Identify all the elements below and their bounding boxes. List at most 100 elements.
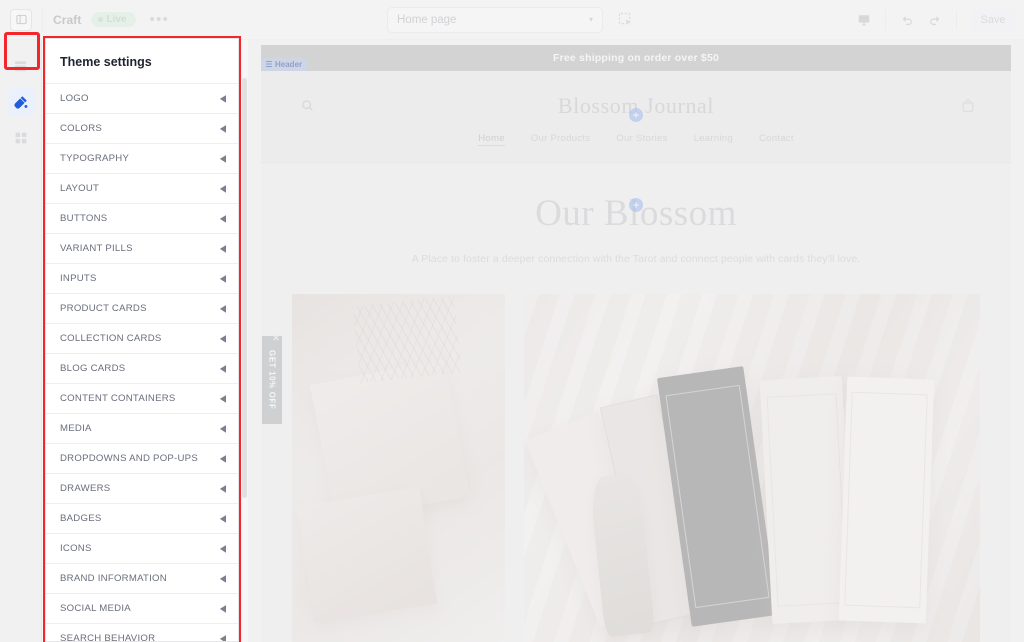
- list-item[interactable]: INPUTS ◀: [46, 263, 238, 293]
- drag-handle-icon[interactable]: [266, 61, 272, 68]
- nav-link-learning[interactable]: Learning: [694, 133, 733, 146]
- dried-flowers-decoration: [352, 295, 462, 383]
- chevron-left-icon: ◀: [219, 572, 226, 585]
- list-item[interactable]: MEDIA ◀: [46, 413, 238, 443]
- toolbar-divider: [885, 10, 886, 30]
- product-image-right[interactable]: [524, 294, 980, 642]
- list-item[interactable]: SEARCH BEHAVIOR ◀: [46, 623, 238, 642]
- preview-canvas: Free shipping on order over $50 Blossom …: [248, 40, 1024, 642]
- list-item[interactable]: BRAND INFORMATION ◀: [46, 563, 238, 593]
- image-left-art: [292, 294, 505, 642]
- chevron-left-icon: ◀: [219, 332, 226, 345]
- list-item-label: LOGO: [60, 93, 89, 104]
- section-label-text: Header: [275, 60, 303, 69]
- list-item[interactable]: CONTENT CONTAINERS ◀: [46, 383, 238, 413]
- save-button[interactable]: Save: [970, 7, 1016, 33]
- page-title: Theme settings: [60, 55, 152, 69]
- chevron-left-icon: ◀: [219, 452, 226, 465]
- chevron-left-icon: ◀: [219, 482, 226, 495]
- list-item[interactable]: DRAWERS ◀: [46, 473, 238, 503]
- add-section-button[interactable]: +: [629, 108, 643, 122]
- list-item[interactable]: PRODUCT CARDS ◀: [46, 293, 238, 323]
- theme-settings-panel: Theme settings LOGO ◀ COLORS ◀ TYPOGRAPH…: [45, 38, 239, 642]
- desktop-icon[interactable]: [850, 7, 878, 33]
- list-item-label: COLORS: [60, 123, 103, 134]
- list-item[interactable]: ICONS ◀: [46, 533, 238, 563]
- list-item-label: VARIANT PILLS: [60, 243, 133, 254]
- status-badge: Live: [90, 12, 136, 27]
- list-item[interactable]: BUTTONS ◀: [46, 203, 238, 233]
- list-item[interactable]: SOCIAL MEDIA ◀: [46, 593, 238, 623]
- list-item[interactable]: COLLECTION CARDS ◀: [46, 323, 238, 353]
- chevron-left-icon: ◀: [219, 242, 226, 255]
- panel-collapse-icon[interactable]: [10, 8, 32, 31]
- list-item-label: MEDIA: [60, 423, 92, 434]
- list-item[interactable]: TYPOGRAPHY ◀: [46, 143, 238, 173]
- list-item[interactable]: BADGES ◀: [46, 503, 238, 533]
- chevron-left-icon: ◀: [219, 182, 226, 195]
- list-item[interactable]: LAYOUT ◀: [46, 173, 238, 203]
- list-item-label: SEARCH BEHAVIOR: [60, 633, 156, 642]
- list-item-label: BADGES: [60, 513, 102, 524]
- toolbar-divider: [42, 7, 43, 32]
- chevron-left-icon: ◀: [219, 302, 226, 315]
- nav-link-our-stories[interactable]: Our Stories: [616, 133, 667, 146]
- list-item-label: COLLECTION CARDS: [60, 333, 162, 344]
- panel-scrollbar[interactable]: [242, 78, 247, 498]
- list-item-label: BUTTONS: [60, 213, 108, 224]
- nav-link-our-products[interactable]: Our Products: [531, 133, 591, 146]
- close-icon[interactable]: ✕: [272, 334, 282, 345]
- list-item[interactable]: VARIANT PILLS ◀: [46, 233, 238, 263]
- undo-icon[interactable]: [893, 7, 921, 33]
- storefront-preview: Free shipping on order over $50 Blossom …: [261, 45, 1011, 642]
- section-label-header[interactable]: Header: [261, 58, 308, 71]
- hero-subtitle: A Place to foster a deeper connection wi…: [411, 253, 861, 265]
- chevron-left-icon: ◀: [219, 212, 226, 225]
- theme-editor-app: Craft Live ••• Home page ▾ Save Theme se…: [0, 0, 1024, 642]
- tarot-card: [838, 376, 935, 623]
- chevron-left-icon: ◀: [219, 362, 226, 375]
- toolbar-right-group: Save: [850, 0, 1016, 40]
- inspector-icon[interactable]: [613, 8, 637, 32]
- chevron-left-icon: ◀: [219, 512, 226, 525]
- announcement-bar[interactable]: Free shipping on order over $50: [261, 45, 1011, 71]
- nav-link-home[interactable]: Home: [478, 133, 505, 146]
- list-item[interactable]: LOGO ◀: [46, 83, 238, 113]
- chevron-left-icon: ◀: [219, 122, 226, 135]
- list-item-label: BRAND INFORMATION: [60, 573, 167, 584]
- top-toolbar: Craft Live ••• Home page ▾ Save: [0, 0, 1024, 40]
- list-item-label: BLOG CARDS: [60, 363, 126, 374]
- redo-icon[interactable]: [921, 7, 949, 33]
- sidebar-item-apps[interactable]: [7, 124, 35, 152]
- list-item[interactable]: BLOG CARDS ◀: [46, 353, 238, 383]
- announcement-text: Free shipping on order over $50: [552, 52, 720, 64]
- sidebar-item-sections[interactable]: [7, 52, 35, 80]
- chevron-down-icon: ▾: [588, 15, 593, 24]
- shopping-bag-icon[interactable]: [961, 99, 975, 113]
- add-section-button[interactable]: +: [629, 198, 643, 212]
- theme-settings-list: LOGO ◀ COLORS ◀ TYPOGRAPHY ◀ LAYOUT ◀ BU…: [46, 83, 238, 642]
- list-item[interactable]: COLORS ◀: [46, 113, 238, 143]
- list-item-label: DRAWERS: [60, 483, 111, 494]
- product-image-left[interactable]: [292, 294, 505, 642]
- status-dot-icon: [97, 17, 103, 22]
- apps-icon: [14, 131, 28, 145]
- promo-tab[interactable]: GET 10% OFF ✕: [262, 334, 282, 424]
- list-item-label: INPUTS: [60, 273, 97, 284]
- list-item-label: PRODUCT CARDS: [60, 303, 147, 314]
- more-menu-button[interactable]: •••: [150, 12, 170, 27]
- chevron-left-icon: ◀: [219, 632, 226, 642]
- list-item[interactable]: DROPDOWNS AND POP-UPS ◀: [46, 443, 238, 473]
- page-select[interactable]: Home page ▾: [387, 6, 603, 33]
- left-icon-rail: [0, 40, 42, 642]
- storefront-nav: Home Our Products Our Stories Learning C…: [261, 133, 1011, 146]
- sections-icon: [13, 59, 28, 74]
- promo-tab-label: GET 10% OFF: [267, 350, 277, 410]
- chevron-left-icon: ◀: [219, 602, 226, 615]
- list-item-label: ICONS: [60, 543, 92, 554]
- page-selector-group: Home page ▾: [387, 6, 637, 33]
- sidebar-item-theme-settings[interactable]: [6, 88, 35, 116]
- nav-link-contact[interactable]: Contact: [759, 133, 794, 146]
- image-right-art: [524, 294, 980, 642]
- hero-section[interactable]: Our Blossom A Place to foster a deeper c…: [261, 164, 1011, 292]
